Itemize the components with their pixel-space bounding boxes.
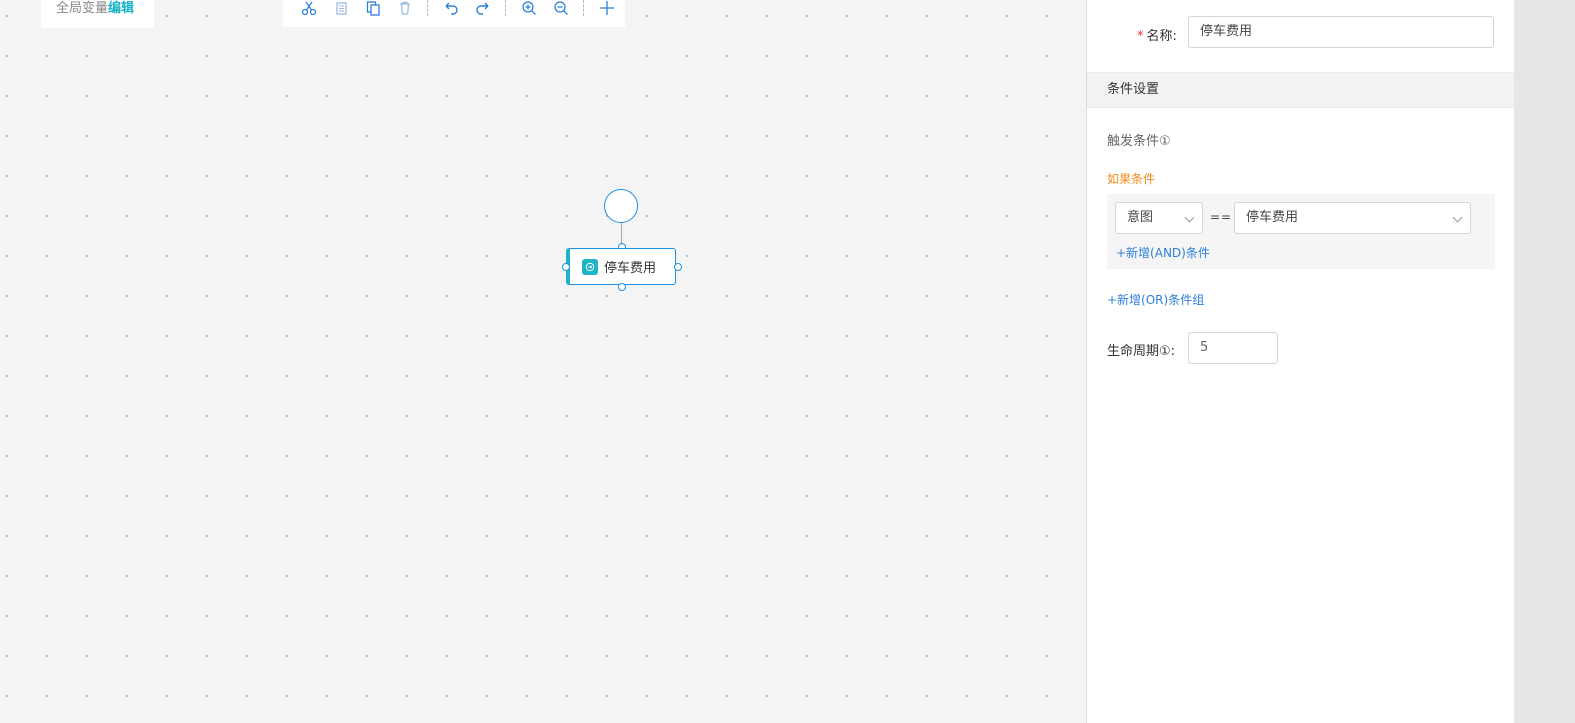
cut-icon[interactable]: [293, 0, 325, 20]
global-variables-bar: 全局变量编辑: [41, 0, 154, 28]
toolbar-divider: [505, 0, 507, 16]
lifecycle-input[interactable]: 5: [1188, 332, 1278, 364]
canvas-toolbar: [283, 0, 625, 27]
node-anchor-bottom[interactable]: [618, 283, 626, 291]
name-label: * 名称:: [1137, 29, 1177, 44]
start-node[interactable]: [604, 189, 638, 223]
properties-panel: * 名称: 停车费用 条件设置 触发条件① 如果条件 意图 == 停车费用 +新增…: [1086, 0, 1515, 723]
condition-group: 意图 == 停车费用 +新增(AND)条件: [1107, 194, 1495, 269]
add-or-condition-group-link[interactable]: +新增(OR)条件组: [1107, 291, 1204, 308]
toolbar-divider: [583, 0, 585, 16]
right-gutter: [1514, 0, 1575, 723]
if-condition-label: 如果条件: [1107, 172, 1156, 186]
intent-node-label: 停车费用: [604, 261, 657, 276]
toolbar-divider: [427, 0, 429, 16]
required-mark: *: [1137, 29, 1144, 44]
intent-node[interactable]: 停车费用: [566, 248, 676, 285]
trigger-condition-label: 触发条件①: [1107, 134, 1171, 149]
intent-node-icon: [582, 258, 598, 275]
paste-icon[interactable]: [357, 0, 389, 20]
zoom-out-icon[interactable]: [545, 0, 577, 20]
chevron-down-icon: [1452, 212, 1463, 223]
condition-operator: ==: [1210, 210, 1233, 224]
zoom-in-icon[interactable]: [513, 0, 545, 20]
condition-settings-header: 条件设置: [1087, 72, 1515, 108]
condition-value-select[interactable]: 停车费用: [1234, 202, 1471, 234]
name-row: * 名称: 停车费用: [1087, 16, 1515, 50]
lifecycle-label: 生命周期①:: [1107, 344, 1176, 359]
delete-icon[interactable]: [389, 0, 421, 20]
node-anchor-right[interactable]: [674, 263, 682, 271]
condition-value-text: 停车费用: [1246, 210, 1299, 225]
flow-canvas[interactable]: 全局变量编辑 停车费用: [0, 0, 1086, 723]
add-and-condition-link[interactable]: +新增(AND)条件: [1116, 244, 1210, 261]
copy-icon[interactable]: [325, 0, 357, 20]
redo-icon[interactable]: [467, 0, 499, 20]
condition-field-select[interactable]: 意图: [1115, 202, 1203, 234]
global-variables-edit-link[interactable]: 编辑: [108, 1, 134, 16]
node-anchor-left[interactable]: [562, 263, 570, 271]
condition-field-value: 意图: [1127, 210, 1154, 225]
add-icon[interactable]: [591, 0, 623, 20]
global-variables-label: 全局变量: [56, 1, 109, 16]
chevron-down-icon: [1184, 212, 1195, 223]
undo-icon[interactable]: [435, 0, 467, 20]
name-input[interactable]: 停车费用: [1188, 16, 1494, 48]
